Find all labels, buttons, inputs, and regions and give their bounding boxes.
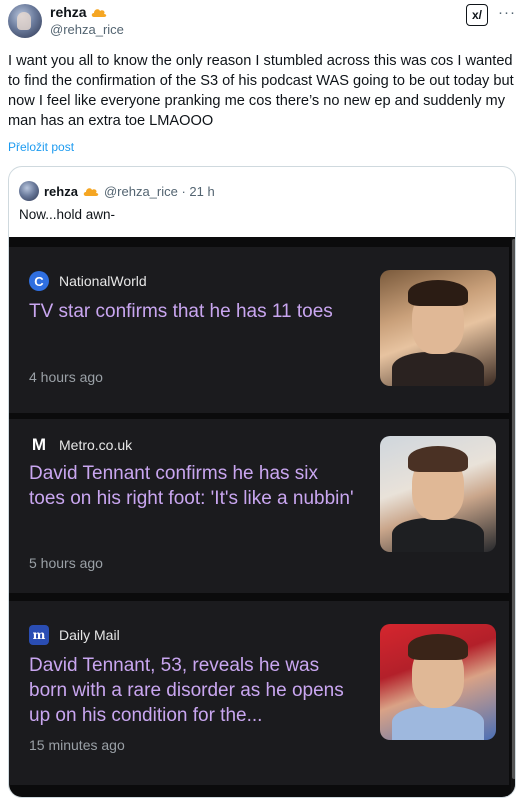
source-name: NationalWorld <box>59 273 147 289</box>
nationalworld-logo-icon: C <box>29 271 49 291</box>
author-name[interactable]: rehza <box>50 4 87 20</box>
tweet-text: I want you all to know the only reason I… <box>8 53 514 129</box>
avatar[interactable] <box>8 4 42 38</box>
news-thumbnail <box>380 624 496 740</box>
news-source: M Metro.co.uk <box>29 435 132 455</box>
quote-avatar <box>19 181 39 201</box>
news-thumbnail <box>380 436 496 552</box>
source-name: Metro.co.uk <box>59 437 133 453</box>
dailymail-logo-icon: m <box>29 625 49 645</box>
news-card: C NationalWorld TV star confirms that he… <box>9 247 509 413</box>
news-headline: TV star confirms that he has 11 toes <box>29 301 333 322</box>
news-thumbnail <box>380 270 496 386</box>
quote-header: rehza @rehza_rice · 21 h <box>19 181 215 201</box>
news-age: 4 hours ago <box>29 369 103 385</box>
quote-author-name: rehza <box>44 183 78 199</box>
quoted-post[interactable]: rehza @rehza_rice · 21 h Now...hold awn-… <box>8 166 516 798</box>
cloud-icon <box>91 7 107 18</box>
scrollbar <box>511 237 515 797</box>
translate-link[interactable]: Přeložit post <box>8 140 74 154</box>
news-card: M Metro.co.uk David Tennant confirms he … <box>9 419 509 593</box>
tweet-header: rehza @rehza_rice x/ ··· <box>0 0 518 44</box>
more-options-button[interactable]: ··· <box>498 4 516 21</box>
author-row: rehza <box>50 4 107 20</box>
news-age: 5 hours ago <box>29 555 103 571</box>
metro-logo-icon: M <box>31 435 47 454</box>
source-name: Daily Mail <box>59 627 120 643</box>
news-age: 15 minutes ago <box>29 737 125 753</box>
news-screenshot: C NationalWorld TV star confirms that he… <box>9 237 515 797</box>
quote-handle-time: @rehza_rice · 21 h <box>103 183 215 199</box>
news-source: m Daily Mail <box>29 625 120 645</box>
news-source: C NationalWorld <box>29 271 147 291</box>
quote-text: Now...hold awn- <box>19 207 116 222</box>
news-card: m Daily Mail David Tennant, 53, reveals … <box>9 601 509 785</box>
news-headline: David Tennant confirms he has six toes o… <box>29 463 354 509</box>
news-headline: David Tennant, 53, reveals he was born w… <box>29 655 344 726</box>
author-handle[interactable]: @rehza_rice <box>50 22 124 37</box>
grok-button[interactable]: x/ <box>466 4 488 26</box>
cloud-icon <box>83 186 99 197</box>
